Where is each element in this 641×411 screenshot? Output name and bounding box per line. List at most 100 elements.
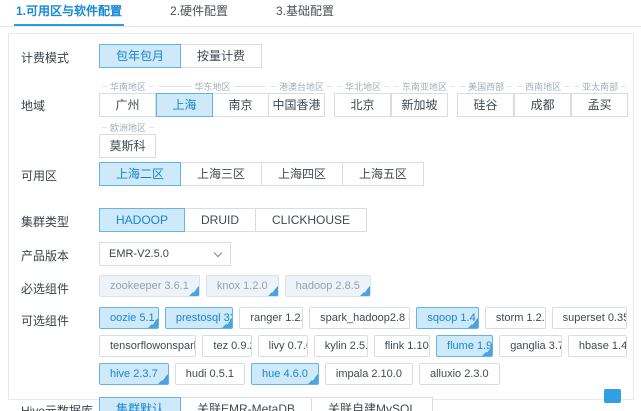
cluster-type-label: 集群类型 <box>21 215 70 229</box>
region-group-label: 华东地区 <box>194 82 231 92</box>
check-corner-icon <box>221 317 233 328</box>
component-flume[interactable]: flume 1.9.0 <box>436 335 494 357</box>
cluster-type-clickhouse[interactable]: CLICKHOUSE <box>255 208 368 232</box>
region-city-shanghai[interactable]: 上海 <box>156 93 214 117</box>
check-corner-icon <box>146 317 158 328</box>
component-superset[interactable]: superset 0.35.2 <box>551 307 627 329</box>
check-corner-icon <box>306 373 318 384</box>
component-knox: knox 1.2.0 <box>205 275 279 297</box>
region-group-label: 华北地区 <box>345 82 382 92</box>
check-corner-icon <box>358 285 370 296</box>
wizard-step-tabs: 1.可用区与软件配置 2.硬件配置 3.基础配置 <box>0 0 641 27</box>
product-version-label: 产品版本 <box>21 249 70 263</box>
region-row-europe: 欧洲地区 莫斯科 <box>21 121 633 158</box>
component-livy[interactable]: livy 0.7.0 <box>257 335 308 357</box>
region-group-label: 华南地区 <box>110 82 147 92</box>
billing-mode-row: 计费模式 包年包月 按量计费 <box>21 44 633 68</box>
hive-metadb-options: 集群默认 关联EMR-MetaDB 关联自建MySQL <box>99 397 633 411</box>
region-group-south-asia: 亚太南部 孟买 <box>571 80 629 117</box>
optional-components-row: 可选组件 oozie 5.1.0 prestosql 332 ranger 1.… <box>21 307 633 385</box>
zone-label: 可用区 <box>21 169 58 183</box>
component-tensorflowonspark[interactable]: tensorflowonspark 1.4.4 <box>99 335 197 357</box>
component-storm[interactable]: storm 1.2.3 <box>484 307 546 329</box>
region-city-beijing[interactable]: 北京 <box>334 93 392 117</box>
region-city-mumbai[interactable]: 孟买 <box>571 93 629 117</box>
component-oozie[interactable]: oozie 5.1.0 <box>99 307 159 329</box>
region-city-nanjing[interactable]: 南京 <box>212 93 270 117</box>
component-ganglia[interactable]: ganglia 3.7.2 <box>499 335 562 357</box>
billing-mode-label: 计费模式 <box>21 51 70 65</box>
component-impala[interactable]: impala 2.10.0 <box>324 363 413 385</box>
tab-zone-and-software[interactable]: 1.可用区与软件配置 <box>14 0 125 26</box>
billing-option-monthly[interactable]: 包年包月 <box>99 44 182 68</box>
region-row: 地域 华南地区 广州 华东地区 上海 南京 港澳台地区 中国香港 华北地区 北京… <box>21 80 633 117</box>
component-flink[interactable]: flink 1.10.0 <box>373 335 431 357</box>
component-alluxio[interactable]: alluxio 2.3.0 <box>418 363 500 385</box>
zone-option-shanghai-5[interactable]: 上海五区 <box>342 162 425 186</box>
cluster-type-hadoop[interactable]: HADOOP <box>99 208 186 232</box>
region-label: 地域 <box>21 99 46 113</box>
product-version-select[interactable]: EMR-V2.5.0 <box>99 242 231 266</box>
component-hudi[interactable]: hudi 0.5.1 <box>174 363 246 385</box>
billing-option-paygo[interactable]: 按量计费 <box>180 44 263 68</box>
component-kylin[interactable]: kylin 2.5.2 <box>313 335 368 357</box>
region-group-label: 西南地区 <box>525 82 562 92</box>
region-group-label: 东南亚地区 <box>402 82 448 92</box>
component-hue[interactable]: hue 4.6.0 <box>251 363 319 385</box>
check-corner-icon <box>156 373 168 384</box>
cluster-type-druid[interactable]: DRUID <box>184 208 257 232</box>
region-group-east-china: 华东地区 上海 南京 <box>156 80 270 117</box>
zone-option-shanghai-3[interactable]: 上海三区 <box>180 162 263 186</box>
component-prestosql[interactable]: prestosql 332 <box>164 307 234 329</box>
region-group-hk-macau-tw: 港澳台地区 中国香港 <box>268 80 335 117</box>
region-city-hongkong[interactable]: 中国香港 <box>268 93 326 117</box>
region-group-us-west: 美国西部 硅谷 <box>457 80 515 117</box>
component-hive[interactable]: hive 2.3.7 <box>99 363 169 385</box>
check-corner-icon <box>266 285 278 296</box>
zone-option-shanghai-2[interactable]: 上海二区 <box>99 162 182 186</box>
check-corner-icon <box>466 317 478 328</box>
component-tez[interactable]: tez 0.9.2 <box>202 335 252 357</box>
component-ranger[interactable]: ranger 1.2.0 <box>239 307 304 329</box>
hive-metadb-self-mysql[interactable]: 关联自建MySQL <box>311 397 434 411</box>
check-corner-icon <box>187 285 199 296</box>
region-city-chengdu[interactable]: 成都 <box>514 93 572 117</box>
region-city-siliconvalley[interactable]: 硅谷 <box>457 93 515 117</box>
zone-option-shanghai-4[interactable]: 上海四区 <box>261 162 344 186</box>
region-group-europe: 欧洲地区 莫斯科 <box>99 121 157 158</box>
required-components-label: 必选组件 <box>21 282 70 296</box>
blue-badge-icon[interactable] <box>604 389 621 403</box>
region-city-moscow[interactable]: 莫斯科 <box>99 134 156 158</box>
component-spark[interactable]: spark_hadoop2.8 3.0.0 <box>309 307 411 329</box>
config-panel: 计费模式 包年包月 按量计费 地域 华南地区 广州 华东地区 上海 南京 港澳台… <box>8 33 634 411</box>
optional-components-label: 可选组件 <box>21 314 70 328</box>
region-group-south-china: 华南地区 广州 <box>99 80 157 117</box>
region-group-southwest-china: 西南地区 成都 <box>514 80 572 117</box>
billing-mode-options: 包年包月 按量计费 <box>99 44 633 68</box>
region-group-label: 港澳台地区 <box>279 82 325 92</box>
check-corner-icon <box>481 345 493 356</box>
tab-hardware-config[interactable]: 2.硬件配置 <box>168 0 230 26</box>
chevron-down-icon <box>213 248 223 257</box>
zone-row: 可用区 上海二区 上海三区 上海四区 上海五区 <box>21 162 633 186</box>
required-components-row: 必选组件 zookeeper 3.6.1 knox 1.2.0 hadoop 2… <box>21 275 633 297</box>
cluster-type-options: HADOOP DRUID CLICKHOUSE <box>99 208 633 232</box>
region-groups: 华南地区 广州 华东地区 上海 南京 港澳台地区 中国香港 华北地区 北京 东南… <box>99 80 633 117</box>
hive-metadb-cluster-default[interactable]: 集群默认 <box>99 397 182 411</box>
component-hadoop: hadoop 2.8.5 <box>284 275 371 297</box>
emr-create-cluster-page: 1.可用区与软件配置 2.硬件配置 3.基础配置 计费模式 包年包月 按量计费 … <box>0 0 641 411</box>
region-city-guangzhou[interactable]: 广州 <box>99 93 156 117</box>
zone-options: 上海二区 上海三区 上海四区 上海五区 <box>99 162 633 186</box>
component-hbase[interactable]: hbase 1.4.9 <box>567 335 627 357</box>
tab-basic-config[interactable]: 3.基础配置 <box>274 0 336 26</box>
component-zookeeper: zookeeper 3.6.1 <box>99 275 200 297</box>
component-sqoop[interactable]: sqoop 1.4.7 <box>416 307 479 329</box>
product-version-row: 产品版本 EMR-V2.5.0 <box>21 242 633 266</box>
product-version-value: EMR-V2.5.0 <box>109 248 169 260</box>
hive-metadb-row: Hive元数据库 集群默认 关联EMR-MetaDB 关联自建MySQL <box>21 397 633 411</box>
region-group-north-china: 华北地区 北京 <box>334 80 392 117</box>
region-city-singapore[interactable]: 新加坡 <box>391 93 449 117</box>
hive-metadb-label: Hive元数据库 <box>21 404 94 411</box>
region-group-label: 亚太南部 <box>582 82 619 92</box>
hive-metadb-emr-metadb[interactable]: 关联EMR-MetaDB <box>180 397 313 411</box>
